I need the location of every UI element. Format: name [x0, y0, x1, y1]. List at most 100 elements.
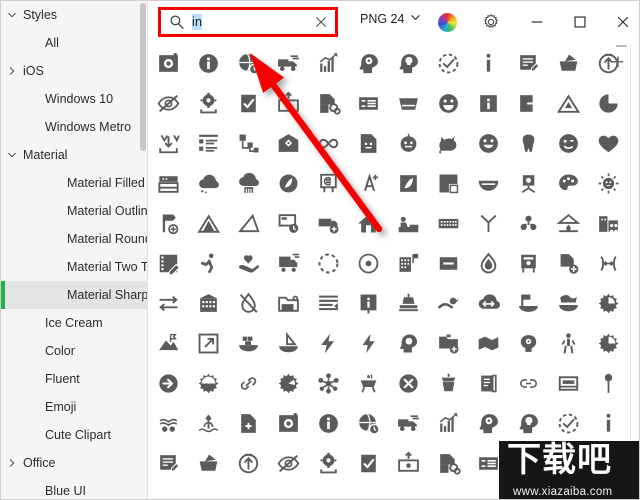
download-split-icon[interactable] [148, 123, 188, 163]
gear-slice2-icon[interactable] [468, 363, 508, 403]
dashed-circle-icon[interactable] [308, 243, 348, 283]
gear-pie-icon[interactable] [588, 283, 628, 323]
sidebar-item-styles[interactable]: Styles [1, 1, 147, 29]
euro-atm-icon[interactable] [308, 163, 348, 203]
molecule-star-icon[interactable] [508, 363, 548, 403]
camera-icon[interactable] [148, 43, 188, 83]
partial-b-icon[interactable] [228, 443, 268, 483]
info-square-icon[interactable] [468, 83, 508, 123]
cat-icon[interactable] [428, 123, 468, 163]
glasses-wave-icon[interactable] [468, 403, 508, 443]
sidebar-item-material-sharp[interactable]: Material Sharp [1, 281, 147, 309]
info-box-icon[interactable] [348, 283, 388, 323]
partial-a-icon[interactable] [188, 443, 228, 483]
leaf-square-icon[interactable] [388, 163, 428, 203]
blank-a-icon[interactable] [588, 403, 628, 443]
water-drop-icon[interactable] [468, 243, 508, 283]
bowl-icon[interactable] [468, 163, 508, 203]
sidebar-item-material-rounded[interactable]: Material Rounded [1, 225, 147, 253]
pedestrian-icon[interactable] [548, 323, 588, 363]
sidebar-item-material-two-tone[interactable]: Material Two Tone [1, 253, 147, 281]
boat-sail-icon[interactable] [548, 283, 588, 323]
pot-icon[interactable] [228, 403, 268, 443]
gear-icon[interactable] [481, 12, 501, 32]
sidebar-item-ice-cream[interactable]: Ice Cream [1, 309, 147, 337]
building-flag-icon[interactable] [388, 243, 428, 283]
folder-gear-icon[interactable] [268, 283, 308, 323]
gear-three-quarter-icon[interactable] [188, 363, 228, 403]
gear-slice3-icon[interactable] [548, 363, 588, 403]
search-input-container[interactable]: in [161, 10, 311, 34]
target-dot-icon[interactable] [348, 243, 388, 283]
partial-g-icon[interactable] [428, 443, 468, 483]
folder-add-icon[interactable] [428, 323, 468, 363]
check-dashed-circle-icon[interactable] [428, 43, 468, 83]
grill-icon[interactable] [588, 363, 628, 403]
sidebar-item-all[interactable]: All [1, 29, 147, 57]
atm-machine-icon[interactable] [508, 243, 548, 283]
film-edit-icon[interactable] [148, 243, 188, 283]
no-water-icon[interactable] [228, 283, 268, 323]
info-thin-icon[interactable] [468, 43, 508, 83]
infinity-icon[interactable] [308, 123, 348, 163]
smiley-happy-icon[interactable] [428, 83, 468, 123]
sidebar-item-cute-clipart[interactable]: Cute Clipart [1, 421, 147, 449]
pumpkin-icon[interactable] [388, 123, 428, 163]
hand-heart-icon[interactable] [228, 243, 268, 283]
envelope-star-icon[interactable] [268, 123, 308, 163]
minimize-button[interactable] [524, 9, 550, 35]
sidebar-item-windows-metro[interactable]: Windows Metro [1, 113, 147, 141]
arrow-circle-icon[interactable] [308, 363, 348, 403]
gear-wedge-icon[interactable] [268, 363, 308, 403]
link-thin-icon[interactable] [348, 403, 388, 443]
close-button[interactable] [610, 9, 636, 35]
sidebar-item-windows-10[interactable]: Windows 10 [1, 85, 147, 113]
sidebar-item-ios[interactable]: iOS [1, 57, 147, 85]
clipboard-check-icon[interactable] [228, 83, 268, 123]
close-circle-bold-icon[interactable] [268, 403, 308, 443]
chevron-down-icon[interactable] [1, 150, 23, 160]
layout-corner-icon[interactable] [428, 163, 468, 203]
gear-full-icon[interactable] [228, 363, 268, 403]
boat-flag-icon[interactable] [508, 283, 548, 323]
head-idea-round-icon[interactable] [388, 323, 428, 363]
chevron-right-icon[interactable] [1, 66, 23, 76]
boat-cargo-icon[interactable] [228, 323, 268, 363]
tooth-icon[interactable] [508, 123, 548, 163]
sidebar-item-material[interactable]: Material [1, 141, 147, 169]
document-edit-icon[interactable] [508, 43, 548, 83]
gear-quarter-icon[interactable] [588, 323, 628, 363]
heart-icon[interactable] [588, 123, 628, 163]
grid-scrollbar-thumb[interactable] [616, 45, 627, 47]
partial-f-icon[interactable] [388, 443, 428, 483]
city-people-icon[interactable] [588, 203, 628, 243]
blank-b-icon[interactable] [148, 443, 188, 483]
palette-icon[interactable] [548, 163, 588, 203]
brain-gear-icon[interactable] [508, 323, 548, 363]
truck-add-icon[interactable] [308, 203, 348, 243]
font-increase-icon[interactable] [348, 163, 388, 203]
external-link-icon[interactable] [188, 323, 228, 363]
document-face-icon[interactable] [348, 123, 388, 163]
format-select[interactable]: PNG 24 [360, 12, 421, 26]
sailboat-icon[interactable] [268, 323, 308, 363]
list-panel-icon[interactable] [348, 83, 388, 123]
head-gear-icon[interactable] [348, 43, 388, 83]
maximize-button[interactable] [567, 9, 593, 35]
bed-person-icon[interactable] [388, 203, 428, 243]
sidebar-item-office[interactable]: Office [1, 449, 147, 477]
text-align-icon[interactable] [308, 283, 348, 323]
signpost-add-icon[interactable] [148, 203, 188, 243]
sun-smile-icon[interactable] [588, 163, 628, 203]
info-circle-icon[interactable] [188, 43, 228, 83]
cloud-dots-icon[interactable] [188, 163, 228, 203]
grid-scrollbar[interactable] [630, 43, 631, 499]
eye-off-icon[interactable] [148, 83, 188, 123]
leaf-circle-icon[interactable] [268, 163, 308, 203]
sidebar-item-material-outlined[interactable]: Material Outlined [1, 197, 147, 225]
sidebar-item-material-filled[interactable]: Material Filled [1, 169, 147, 197]
sidebar-item-blue-ui[interactable]: Blue UI [1, 477, 147, 499]
checklist-icon[interactable] [188, 123, 228, 163]
partial-d-icon[interactable] [308, 443, 348, 483]
sidebar-item-emoji[interactable]: Emoji [1, 393, 147, 421]
